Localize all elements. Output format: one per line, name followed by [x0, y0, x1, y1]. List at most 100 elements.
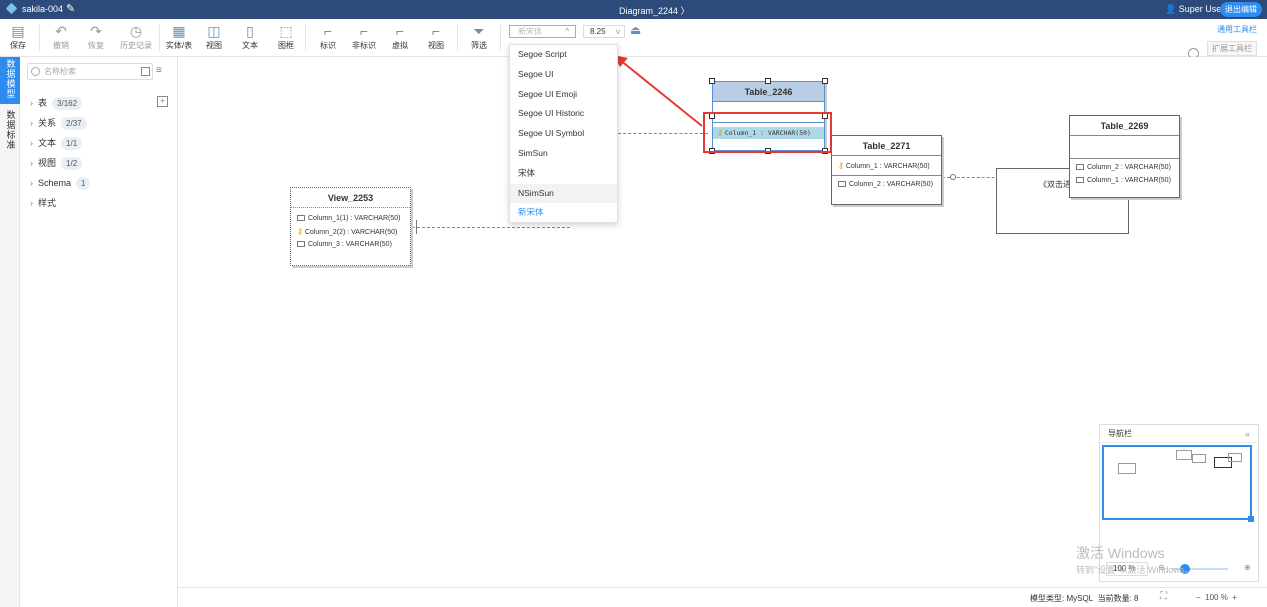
tree-item-views[interactable]: › 视图 1/2 [30, 155, 90, 175]
sort-icon[interactable]: ≡ [156, 65, 162, 76]
text-icon: ▯ [246, 23, 254, 39]
toolbar-switch: 通用工具栏 扩展工具栏 [1207, 24, 1257, 56]
non-identifying-relation-button[interactable]: ⌐ 非标识 [347, 21, 381, 51]
tree-label: 视图 [38, 158, 57, 168]
current-count: 当前数量: 8 [1097, 594, 1139, 603]
column-row[interactable]: ⚷ Column_1 : VARCHAR(50) [832, 159, 941, 172]
entity-table-label: 实体/表 [165, 41, 193, 50]
column-row[interactable]: Column_1 : VARCHAR(50) [1070, 174, 1179, 187]
table-entity[interactable]: Table_2271 ⚷ Column_1 : VARCHAR(50) Colum… [831, 135, 942, 205]
text-button[interactable]: ▯ 文本 [233, 21, 267, 51]
non-identifying-relation-icon: ⌐ [359, 23, 369, 39]
entity-table-button[interactable]: ▦ 实体/表 [162, 21, 196, 51]
font-option-selected[interactable]: 新宋体 [510, 203, 617, 223]
tree-label: 表 [38, 98, 48, 108]
virtual-relation-button[interactable]: ⌐ 虚拟 [383, 21, 417, 51]
font-size-select[interactable]: 8.25 v [583, 25, 625, 38]
relation-line[interactable] [412, 227, 570, 228]
add-icon[interactable]: + [157, 96, 168, 107]
frame-label: 图框 [278, 41, 294, 50]
edit-pencil-icon[interactable]: ✎ [66, 2, 75, 15]
toolbar-divider [39, 25, 40, 51]
history-label: 历史记录 [120, 41, 152, 50]
chevron-right-icon: › [30, 98, 33, 108]
exit-edit-button[interactable]: 退出编辑 [1220, 2, 1262, 17]
undo-button[interactable]: ↶ 撤销 [44, 21, 78, 51]
text-label: 文本 [242, 41, 258, 50]
frame-button[interactable]: ⬚ 图框 [269, 21, 303, 51]
view-button[interactable]: ◫ 视图 [197, 21, 231, 51]
tree-item-texts[interactable]: › 文本 1/1 [30, 135, 90, 155]
resize-handle[interactable] [822, 78, 828, 84]
column-row[interactable]: Column_2 : VARCHAR(50) [1070, 161, 1179, 174]
navigator-title: 导航栏 [1100, 425, 1258, 443]
zoom-value[interactable]: 100 % [1205, 593, 1228, 602]
tree-item-tables[interactable]: › 表 3/162 [30, 95, 90, 115]
save-icon: ▤ [11, 23, 25, 39]
tree-item-styles[interactable]: › 样式 [30, 195, 90, 215]
column-icon [297, 215, 305, 222]
count-badge: 2/37 [61, 117, 87, 130]
name-search-input[interactable]: 名称检索 [27, 63, 153, 80]
column-row[interactable]: Column_2 : VARCHAR(50) [832, 178, 941, 191]
font-option[interactable]: Segoe UI Emoji [510, 85, 617, 105]
fit-screen-icon[interactable]: ⛶ [1160, 591, 1167, 602]
tab-data-standard[interactable]: 数据标准 [0, 108, 20, 155]
redo-label: 恢复 [88, 41, 104, 50]
identifying-relation-button[interactable]: ⌐ 标识 [311, 21, 345, 51]
font-option[interactable]: Segoe UI [510, 65, 617, 85]
tree-item-relations[interactable]: › 关系 2/37 [30, 115, 90, 135]
checkbox-icon[interactable] [141, 67, 150, 76]
resize-handle[interactable] [709, 78, 715, 84]
zoom-in-icon[interactable]: ⊕ [1244, 563, 1251, 572]
font-option[interactable]: SimSun [510, 144, 617, 164]
view-icon: ◫ [207, 23, 221, 39]
tree-label: Schema [38, 178, 72, 188]
fill-color-icon[interactable]: ⏏ [630, 23, 641, 37]
tab-data-model[interactable]: 数据模型 [0, 57, 20, 104]
table-entity[interactable]: Table_2269 Column_2 : VARCHAR(50) Column… [1069, 115, 1180, 198]
ext-toolbar-tab[interactable]: 扩展工具栏 [1207, 41, 1257, 56]
font-option-highlighted[interactable]: NSimSun [510, 183, 617, 204]
save-button[interactable]: ▤ 保存 [1, 21, 35, 51]
relation-line[interactable] [618, 133, 708, 134]
key-icon: ⚷ [297, 227, 303, 236]
entity-title: Table_2271 [832, 136, 941, 156]
view-relation-button[interactable]: ⌐ 视图 [419, 21, 453, 51]
windows-activation-watermark: 激活 Windows 转到"设置"以激活 Windows。 [1076, 543, 1193, 576]
zoom-in-icon[interactable]: + [1232, 593, 1237, 602]
redo-button[interactable]: ↷ 恢复 [79, 21, 113, 51]
undo-label: 撤销 [53, 41, 69, 50]
font-option[interactable]: Segoe UI Symbol [510, 124, 617, 144]
current-user[interactable]: 👤 Super User [1165, 4, 1224, 15]
history-button[interactable]: ◷ 历史记录 [119, 21, 153, 51]
column-row[interactable]: Column_1(1) : VARCHAR(50) [291, 212, 410, 225]
tree-label: 样式 [38, 198, 57, 208]
mini-entity [1118, 463, 1136, 474]
collapse-icon[interactable]: « [1245, 425, 1250, 443]
font-option[interactable]: Segoe Script [510, 45, 617, 65]
zoom-control: − 100 % + [1196, 593, 1237, 602]
view-entity[interactable]: View_2253 Column_1(1) : VARCHAR(50) ⚷ Col… [290, 187, 411, 266]
search-placeholder: 名称检索 [44, 67, 76, 76]
column-row[interactable]: ⚷ Column_2(2) : VARCHAR(50) [291, 225, 410, 238]
vertical-tabs: 数据模型 数据标准 [0, 57, 20, 607]
font-option[interactable]: 宋体 [510, 164, 617, 184]
font-option[interactable]: Segoe UI Historic [510, 104, 617, 124]
history-icon: ◷ [129, 23, 143, 39]
column-text: Column_3 : VARCHAR(50) [308, 241, 392, 248]
diagram-title[interactable]: Diagram_2244 〉 [619, 4, 690, 17]
tree-item-schema[interactable]: › Schema 1 [30, 175, 91, 195]
model-sidebar: 名称检索 ≡ + › 表 3/162 › 关系 2/37 › 文本 1/1 › 视图 1/2 ›… [20, 57, 178, 607]
column-row[interactable]: Column_3 : VARCHAR(50) [291, 238, 410, 251]
toolbar-divider [457, 25, 458, 51]
font-family-select[interactable]: 新宋体 ^ [509, 25, 576, 38]
common-toolbar-link[interactable]: 通用工具栏 [1217, 25, 1257, 34]
zoom-out-icon[interactable]: − [1196, 593, 1201, 602]
viewport-resize-handle[interactable] [1248, 516, 1254, 522]
resize-handle[interactable] [765, 78, 771, 84]
filter-button[interactable]: ⏷ 筛选 [462, 21, 496, 51]
column-icon [838, 181, 846, 188]
navigator-viewport[interactable] [1102, 445, 1254, 522]
view-label: 视图 [206, 41, 222, 50]
